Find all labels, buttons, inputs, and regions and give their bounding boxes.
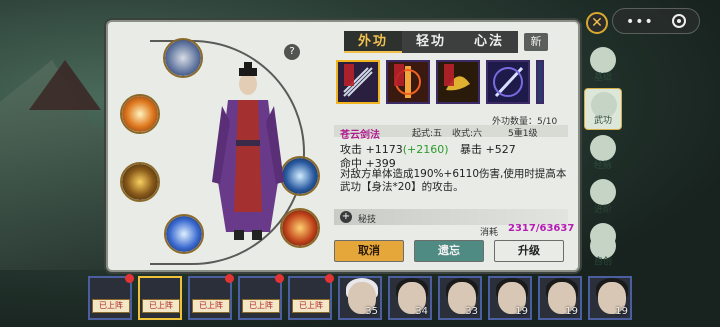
sidebar-item-basic[interactable]: 基础: [584, 44, 622, 86]
tab-external[interactable]: 外功: [344, 31, 402, 53]
close-mini-program-icon[interactable]: [672, 14, 686, 28]
sidebar-item-martial[interactable]: 武功: [584, 88, 622, 130]
cancel-button[interactable]: 取消: [334, 240, 404, 262]
notice-dot: [275, 274, 284, 283]
roster-slot-4[interactable]: 已上阵: [238, 274, 284, 320]
tab-lightness[interactable]: 轻功: [402, 31, 460, 53]
tab-mind[interactable]: 心法: [460, 31, 518, 53]
roster-slot-11[interactable]: 19: [588, 276, 632, 320]
skill-slot-4[interactable]: [486, 60, 530, 104]
roster-slot-2[interactable]: 已上阵: [138, 276, 182, 320]
roster-slot-5[interactable]: 已上阵: [288, 274, 334, 320]
sidebar-item-create[interactable]: 自创: [584, 230, 622, 270]
skill-start-form: 起式:五: [412, 129, 443, 139]
tab-new[interactable]: 新: [524, 33, 548, 51]
more-icon[interactable]: •••: [626, 14, 654, 30]
skill-end-form: 收式:六: [452, 129, 483, 139]
cost-value: 2317/63637: [508, 223, 575, 234]
skill-level: 5重1级: [508, 129, 538, 139]
skill-name: 苍云剑法: [340, 130, 380, 141]
skill-orb-3[interactable]: [120, 162, 160, 202]
roster-slot-8[interactable]: 33: [438, 276, 482, 320]
secret-label: 秘技: [358, 215, 377, 225]
skill-description: 对敌方单体造成190%+6110伤害,使用时提高本武功【身法*20】的攻击。: [340, 168, 567, 193]
roster-slot-1[interactable]: 已上阵: [88, 274, 134, 320]
help-icon[interactable]: ?: [284, 44, 300, 60]
skill-slot-2[interactable]: [386, 60, 430, 104]
skill-list: [336, 60, 544, 104]
character-roster: 已上阵 已上阵 已上阵 已上阵 已上阵 35 34 33 19 19 19: [84, 274, 644, 324]
notice-dot: [225, 274, 234, 283]
sidebar-item-meridian[interactable]: 经脉: [584, 132, 622, 174]
roster-slot-9[interactable]: 19: [488, 276, 532, 320]
roster-slot-10[interactable]: 19: [538, 276, 582, 320]
skill-panel: ? 外功 轻功 心法 新 外功数量：5/10 苍云剑法 起式:五 收式:六 5重…: [106, 20, 580, 272]
notice-dot: [325, 274, 334, 283]
skill-slot-1[interactable]: [336, 60, 380, 104]
skill-tabs: 外功 轻功 心法: [344, 31, 518, 53]
close-icon[interactable]: ✕: [586, 12, 608, 34]
forget-button[interactable]: 遗忘: [414, 240, 484, 262]
plus-icon[interactable]: +: [340, 211, 352, 223]
stat-crit: 暴击 +527: [460, 143, 516, 156]
skill-orb-1[interactable]: [163, 38, 203, 78]
skill-orb-4[interactable]: [164, 214, 204, 254]
skill-slot-more[interactable]: [536, 60, 544, 104]
skill-slot-3[interactable]: [436, 60, 480, 104]
cost-label: 消耗: [480, 228, 499, 238]
skill-orb-2[interactable]: [120, 94, 160, 134]
roster-slot-3[interactable]: 已上阵: [188, 274, 234, 320]
roster-slot-6[interactable]: 35: [338, 276, 382, 320]
character-figure: [212, 62, 284, 240]
upgrade-button[interactable]: 升级: [494, 240, 564, 262]
sidebar-item-advance[interactable]: 进阶: [584, 176, 622, 218]
notice-dot: [125, 274, 134, 283]
roster-slot-7[interactable]: 34: [388, 276, 432, 320]
stat-attack-bonus: (+2160): [402, 143, 449, 156]
